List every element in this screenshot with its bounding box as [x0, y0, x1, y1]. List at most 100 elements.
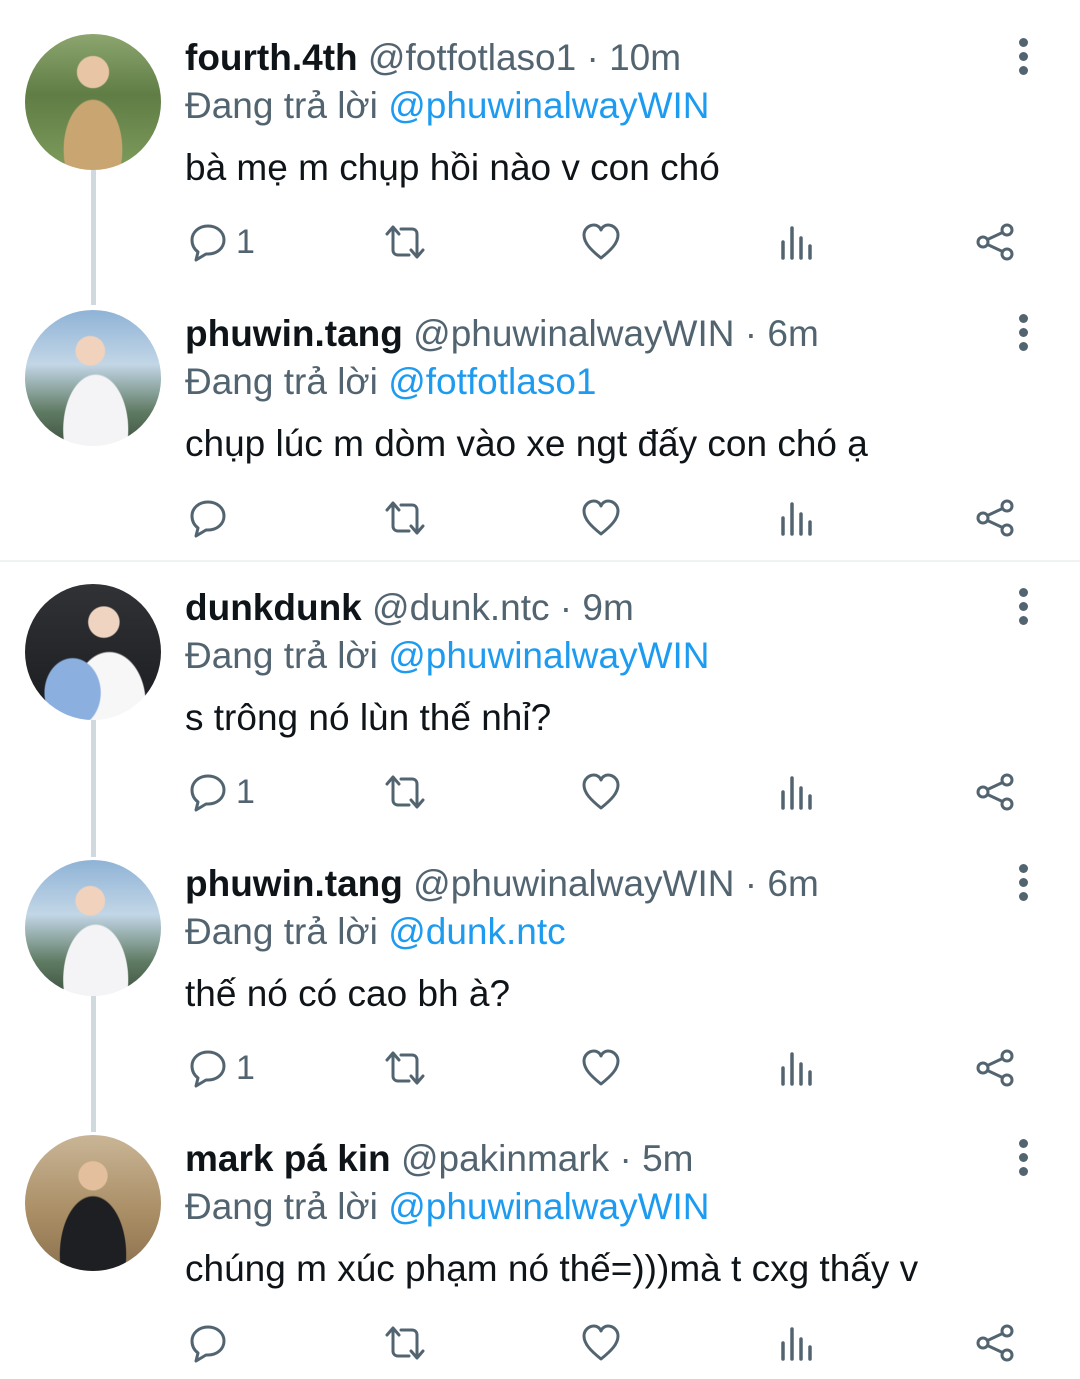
display-name[interactable]: phuwin.tang	[185, 313, 403, 354]
share-button[interactable]	[974, 1323, 1016, 1363]
views-icon	[781, 226, 812, 260]
reply-icon	[190, 1325, 226, 1363]
tweet-header: fourth.4th @fotfotlaso1 · 10m	[185, 34, 990, 82]
handle[interactable]: @dunk.ntc	[372, 587, 549, 628]
replying-to-label: Đang trả lời	[185, 911, 378, 952]
views-button[interactable]	[779, 1323, 815, 1363]
mention-link[interactable]: @dunk.ntc	[388, 911, 565, 952]
retweet-button[interactable]	[383, 1048, 427, 1088]
display-name[interactable]: phuwin.tang	[185, 863, 403, 904]
separator: ·	[744, 313, 758, 354]
avatar[interactable]	[25, 584, 161, 720]
avatar[interactable]	[25, 34, 161, 170]
share-button[interactable]	[974, 498, 1016, 538]
share-icon	[976, 1324, 1014, 1362]
like-icon	[582, 1049, 620, 1086]
timestamp[interactable]: 9m	[582, 587, 633, 628]
timestamp[interactable]: 6m	[767, 863, 818, 904]
replying-to: Đang trả lời @phuwinalwayWIN	[185, 632, 710, 680]
like-button[interactable]	[581, 498, 621, 538]
display-name[interactable]: dunkdunk	[185, 587, 362, 628]
reply-button[interactable]: 1	[188, 772, 255, 812]
replying-to-label: Đang trả lời	[185, 361, 378, 402]
replying-to: Đang trả lời @fotfotlaso1	[185, 358, 596, 406]
action-bar: 1	[0, 222, 1080, 262]
views-button[interactable]	[779, 1048, 815, 1088]
like-button[interactable]	[581, 1048, 621, 1088]
views-icon	[781, 1052, 812, 1086]
tweet-text: bà mẹ m chụp hồi nào v con chó	[185, 147, 720, 188]
mention-link[interactable]: @phuwinalwayWIN	[388, 85, 709, 126]
separator: ·	[586, 37, 599, 78]
avatar[interactable]	[25, 1135, 161, 1271]
separator: ·	[619, 1138, 632, 1179]
conversation-divider	[0, 560, 1080, 562]
action-bar: 1	[0, 772, 1080, 812]
more-options-icon[interactable]	[1008, 1139, 1038, 1179]
like-icon	[582, 773, 620, 810]
tweet-header: phuwin.tang @phuwinalwayWIN · 6m	[185, 310, 990, 358]
like-button[interactable]	[581, 222, 621, 262]
timestamp[interactable]: 6m	[767, 313, 818, 354]
reply-button[interactable]	[188, 1323, 228, 1363]
tweet-header: mark pá kin @pakinmark · 5m	[185, 1135, 990, 1183]
handle[interactable]: @phuwinalwayWIN	[413, 313, 734, 354]
reply-button[interactable]: 1	[188, 1048, 255, 1088]
share-icon	[976, 223, 1014, 261]
like-icon	[582, 223, 620, 260]
more-options-icon[interactable]	[1008, 864, 1038, 904]
handle[interactable]: @pakinmark	[401, 1138, 609, 1179]
reply-count: 1	[236, 773, 255, 811]
like-button[interactable]	[581, 772, 621, 812]
replying-to-label: Đang trả lời	[185, 1186, 378, 1227]
display-name[interactable]: fourth.4th	[185, 37, 358, 78]
share-button[interactable]	[974, 1048, 1016, 1088]
views-icon	[781, 776, 812, 810]
retweet-icon	[385, 1326, 425, 1360]
share-button[interactable]	[974, 772, 1016, 812]
more-options-icon[interactable]	[1008, 588, 1038, 628]
action-bar: 1	[0, 1048, 1080, 1088]
avatar[interactable]	[25, 310, 161, 446]
views-button[interactable]	[779, 498, 815, 538]
display-name[interactable]: mark pá kin	[185, 1138, 391, 1179]
like-icon	[582, 499, 620, 536]
retweet-button[interactable]	[383, 1323, 427, 1363]
reply-icon	[190, 224, 226, 262]
separator: ·	[559, 587, 573, 628]
retweet-button[interactable]	[383, 498, 427, 538]
share-button[interactable]	[974, 222, 1016, 262]
tweet-text: chụp lúc m dòm vào xe ngt đấy con chó ạ	[185, 423, 868, 464]
reply-button[interactable]: 1	[188, 222, 255, 262]
handle[interactable]: @phuwinalwayWIN	[413, 863, 734, 904]
more-options-icon[interactable]	[1008, 314, 1038, 354]
handle[interactable]: @fotfotlaso1	[368, 37, 576, 78]
mention-link[interactable]: @phuwinalwayWIN	[388, 635, 709, 676]
like-button[interactable]	[581, 1323, 621, 1363]
mention-link[interactable]: @fotfotlaso1	[388, 361, 596, 402]
reply-button[interactable]	[188, 498, 228, 538]
reply-count: 1	[236, 223, 255, 261]
retweet-button[interactable]	[383, 222, 427, 262]
views-button[interactable]	[779, 222, 815, 262]
replying-to-label: Đang trả lời	[185, 635, 378, 676]
mention-link[interactable]: @phuwinalwayWIN	[388, 1186, 709, 1227]
reply-icon	[190, 774, 226, 812]
timestamp[interactable]: 10m	[609, 37, 681, 78]
replying-to-label: Đang trả lời	[185, 85, 378, 126]
share-icon	[976, 499, 1014, 537]
avatar[interactable]	[25, 860, 161, 996]
like-icon	[582, 1324, 620, 1361]
timestamp[interactable]: 5m	[642, 1138, 693, 1179]
share-icon	[976, 1049, 1014, 1087]
more-options-icon[interactable]	[1008, 38, 1038, 78]
views-icon	[781, 1327, 812, 1361]
views-button[interactable]	[779, 772, 815, 812]
replying-to: Đang trả lời @dunk.ntc	[185, 908, 566, 956]
tweet-header: phuwin.tang @phuwinalwayWIN · 6m	[185, 860, 990, 908]
retweet-icon	[385, 501, 425, 535]
retweet-button[interactable]	[383, 772, 427, 812]
separator: ·	[744, 863, 758, 904]
tweet-text: chúng m xúc phạm nó thế=)))mà t cxg thấy…	[185, 1248, 919, 1289]
reply-icon	[190, 500, 226, 538]
